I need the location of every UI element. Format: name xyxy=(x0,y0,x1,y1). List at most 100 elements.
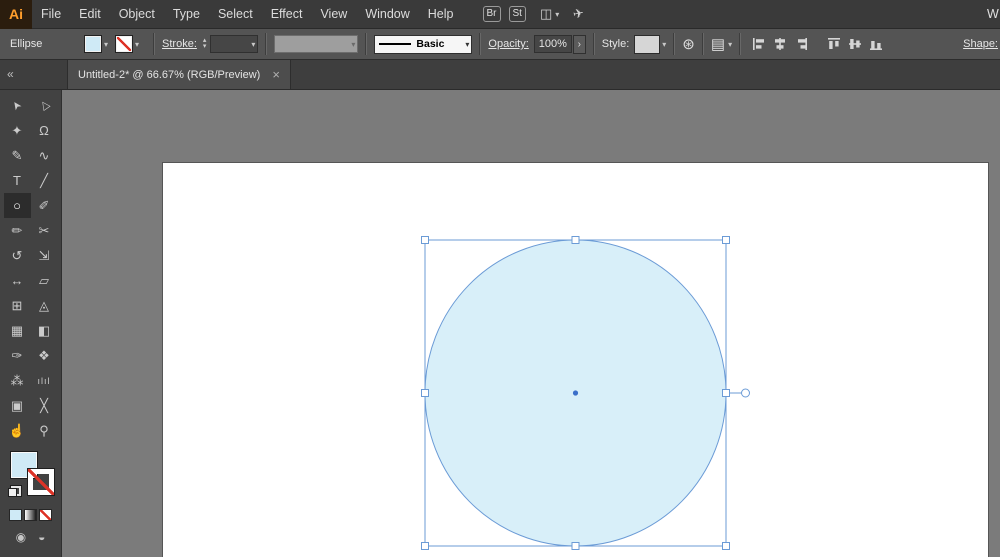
default-fill-icon xyxy=(7,488,17,497)
hand-tool-button[interactable]: ☝ xyxy=(4,418,31,443)
align-vertical-top-button[interactable] xyxy=(824,35,843,54)
stroke-color-dropdown[interactable]: ▾ xyxy=(115,35,139,53)
scale-tool-icon: ⇲ xyxy=(38,247,50,263)
type-tool-button[interactable]: T xyxy=(4,168,31,193)
scale-tool-button[interactable]: ⇲ xyxy=(31,243,58,268)
arrange-options-icon: ▤ xyxy=(710,36,726,53)
menu-object[interactable]: Object xyxy=(110,0,164,29)
hand-tool-icon: ☝ xyxy=(8,422,26,438)
rotate-tool-button[interactable]: ↺ xyxy=(4,243,31,268)
divider xyxy=(739,33,742,55)
shape-panel-link[interactable]: Shape: xyxy=(963,38,998,50)
width-profile-combo[interactable]: ▾ xyxy=(274,35,359,53)
opacity-panel-link[interactable]: Opacity: xyxy=(488,38,528,50)
menu-file[interactable]: File xyxy=(32,0,70,29)
stroke-panel-link[interactable]: Stroke: xyxy=(162,38,197,50)
handle-middle-right[interactable] xyxy=(722,389,730,397)
lasso-tool-icon: Ω xyxy=(39,123,49,138)
curvature-tool-button[interactable]: ∿ xyxy=(31,143,58,168)
center-point[interactable] xyxy=(572,390,579,396)
context-tool-label: Ellipse xyxy=(10,38,43,50)
align-horizontal-center-icon xyxy=(774,38,785,50)
line-segment-tool-button[interactable]: ╱ xyxy=(31,168,58,193)
width-tool-button[interactable]: ↔ xyxy=(4,268,31,293)
close-tab-icon[interactable]: × xyxy=(272,68,280,81)
align-horizontal-center-button[interactable] xyxy=(770,35,789,54)
fill-color-dropdown[interactable]: ▾ xyxy=(84,35,108,53)
recolor-artwork-button[interactable]: ⊛ xyxy=(682,35,695,53)
paintbrush-tool-button[interactable]: ✐ xyxy=(31,193,58,218)
brush-definition-combo[interactable]: Basic ▾ xyxy=(374,34,473,54)
zoom-tool-button[interactable]: ⚲ xyxy=(31,418,58,443)
align-horizontal-right-button[interactable] xyxy=(791,35,810,54)
handle-top-right[interactable] xyxy=(722,236,730,244)
align-vertical-bottom-button[interactable] xyxy=(866,35,885,54)
mesh-tool-button[interactable]: ▦ xyxy=(4,318,31,343)
menu-window[interactable]: Window xyxy=(356,0,418,29)
tool-grid: ➤ ▷ ✦ Ω ✎ ∿ T ╱ ○ ✐ ✏ ✂ ↺ ⇲ ↔ ▱ ⊞ ◬ ▦ ◧ … xyxy=(0,90,61,443)
eyedropper-tool-button[interactable]: ✑ xyxy=(4,343,31,368)
opacity-input[interactable] xyxy=(533,35,572,53)
stock-button[interactable]: St xyxy=(508,6,526,22)
handle-middle-left[interactable] xyxy=(421,389,429,397)
lasso-tool-button[interactable]: Ω xyxy=(31,118,58,143)
artboard-tool-button[interactable]: ▣ xyxy=(4,393,31,418)
menu-effect[interactable]: Effect xyxy=(262,0,312,29)
stroke-weight-combo[interactable]: ▾ xyxy=(210,35,259,53)
arrange-documents-button[interactable]: ◫ ▾ xyxy=(540,6,559,22)
chevron-down-icon: ▾ xyxy=(135,39,140,49)
menu-type[interactable]: Type xyxy=(164,0,209,29)
eyedropper-tool-icon: ✑ xyxy=(11,347,23,363)
handle-top-center[interactable] xyxy=(571,236,580,244)
menu-edit[interactable]: Edit xyxy=(70,0,110,29)
shaper-tool-button[interactable]: ✏ xyxy=(4,218,31,243)
align-horizontal-left-button[interactable] xyxy=(749,35,768,54)
none-button[interactable] xyxy=(39,509,52,521)
menu-select[interactable]: Select xyxy=(209,0,262,29)
scissors-tool-icon: ✂ xyxy=(38,222,50,238)
screen-mode-icon[interactable]: ◒ xyxy=(38,530,45,544)
gradient-tool-button[interactable]: ◧ xyxy=(31,318,58,343)
color-button[interactable] xyxy=(9,509,22,521)
stroke-weight-stepper[interactable]: ▴ ▾ xyxy=(203,37,207,50)
direct-selection-tool-button[interactable]: ▷ xyxy=(31,93,58,118)
selection-tool-button[interactable]: ➤ xyxy=(4,93,31,118)
handle-bottom-right[interactable] xyxy=(722,542,730,550)
handle-top-left[interactable] xyxy=(421,236,429,244)
perspective-grid-tool-button[interactable]: ◬ xyxy=(31,293,58,318)
blend-tool-button[interactable]: ❖ xyxy=(31,343,58,368)
panel-bottom-buttons: ◉ ◒ xyxy=(0,530,61,544)
collapse-tools-button[interactable]: « xyxy=(7,60,14,88)
handle-bottom-left[interactable] xyxy=(421,542,429,550)
menu-help[interactable]: Help xyxy=(419,0,463,29)
pen-tool-button[interactable]: ✎ xyxy=(4,143,31,168)
align-vertical-center-button[interactable] xyxy=(845,35,864,54)
menu-view[interactable]: View xyxy=(311,0,356,29)
free-transform-tool-button[interactable]: ▱ xyxy=(31,268,58,293)
side-widget[interactable] xyxy=(741,388,750,398)
scissors-tool-button[interactable]: ✂ xyxy=(31,218,58,243)
shape-builder-tool-button[interactable]: ⊞ xyxy=(4,293,31,318)
share-button[interactable]: ✈ xyxy=(572,5,586,23)
arrange-options-dropdown[interactable]: ▤ ▾ xyxy=(711,35,732,53)
graphic-style-dropdown[interactable]: ▾ xyxy=(634,34,667,54)
draw-modes-icon[interactable]: ◉ xyxy=(16,530,26,544)
column-graph-tool-icon: ılıl xyxy=(37,375,51,386)
bridge-button[interactable]: Br xyxy=(482,6,501,22)
stroke-color-proxy[interactable] xyxy=(26,468,55,496)
chevron-down-icon: ▾ xyxy=(662,39,667,49)
canvas-area[interactable] xyxy=(62,90,1000,557)
magic-wand-tool-button[interactable]: ✦ xyxy=(4,118,31,143)
fill-swatch xyxy=(84,35,102,53)
gradient-button[interactable] xyxy=(24,509,37,521)
column-graph-tool-button[interactable]: ılıl xyxy=(31,368,58,393)
opacity-more-button[interactable]: › xyxy=(572,34,586,54)
default-fill-stroke-button[interactable] xyxy=(7,485,22,497)
document-tab[interactable]: Untitled-2* @ 66.67% (RGB/Preview) × xyxy=(67,60,291,89)
align-horizontal-right-icon xyxy=(797,38,807,50)
chevron-down-icon: ▾ xyxy=(251,39,256,49)
handle-bottom-center[interactable] xyxy=(571,542,580,550)
slice-tool-button[interactable]: ╳ xyxy=(31,393,58,418)
symbol-sprayer-tool-button[interactable]: ⁂ xyxy=(4,368,31,393)
ellipse-tool-button[interactable]: ○ xyxy=(3,193,31,218)
